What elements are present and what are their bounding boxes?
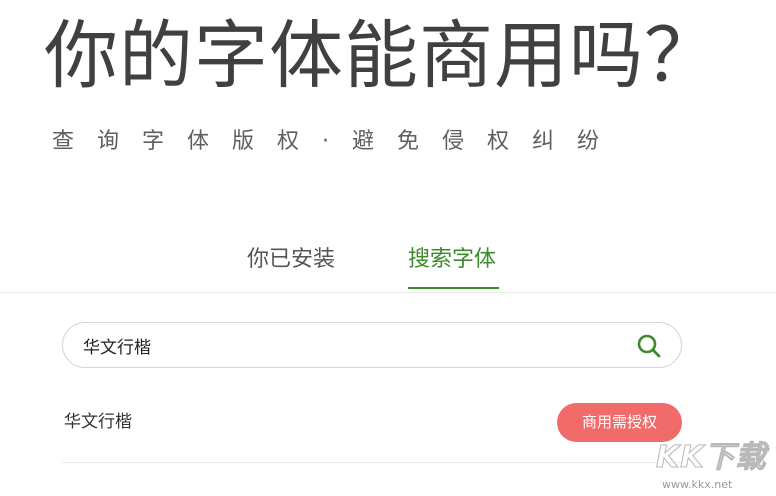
hero-subtitle: 查询字体版权·避免侵权纠纷: [52, 129, 622, 154]
tab-installed[interactable]: 你已安装: [247, 244, 335, 276]
tab-search-fonts[interactable]: 搜索字体: [408, 244, 496, 276]
hero-title: 你的字体能商用吗？: [44, 13, 719, 99]
watermark: KK下载 www.kkx.net: [652, 440, 774, 494]
active-tab-indicator: [408, 287, 499, 289]
page: 你的字体能商用吗？ 查询字体版权·避免侵权纠纷 你已安装 搜索字体 华文行楷 商…: [0, 0, 776, 496]
search-icon[interactable]: [636, 333, 662, 359]
watermark-url: www.kkx.net: [662, 478, 733, 491]
license-status-badge[interactable]: 商用需授权: [557, 403, 682, 442]
font-name: 华文行楷: [64, 412, 132, 432]
search-input[interactable]: [83, 329, 603, 361]
tab-bar: 你已安装 搜索字体: [0, 238, 776, 293]
result-row[interactable]: 华文行楷 商用需授权: [62, 400, 684, 463]
watermark-logo: KK下载: [656, 440, 767, 476]
search-box: [62, 322, 682, 368]
